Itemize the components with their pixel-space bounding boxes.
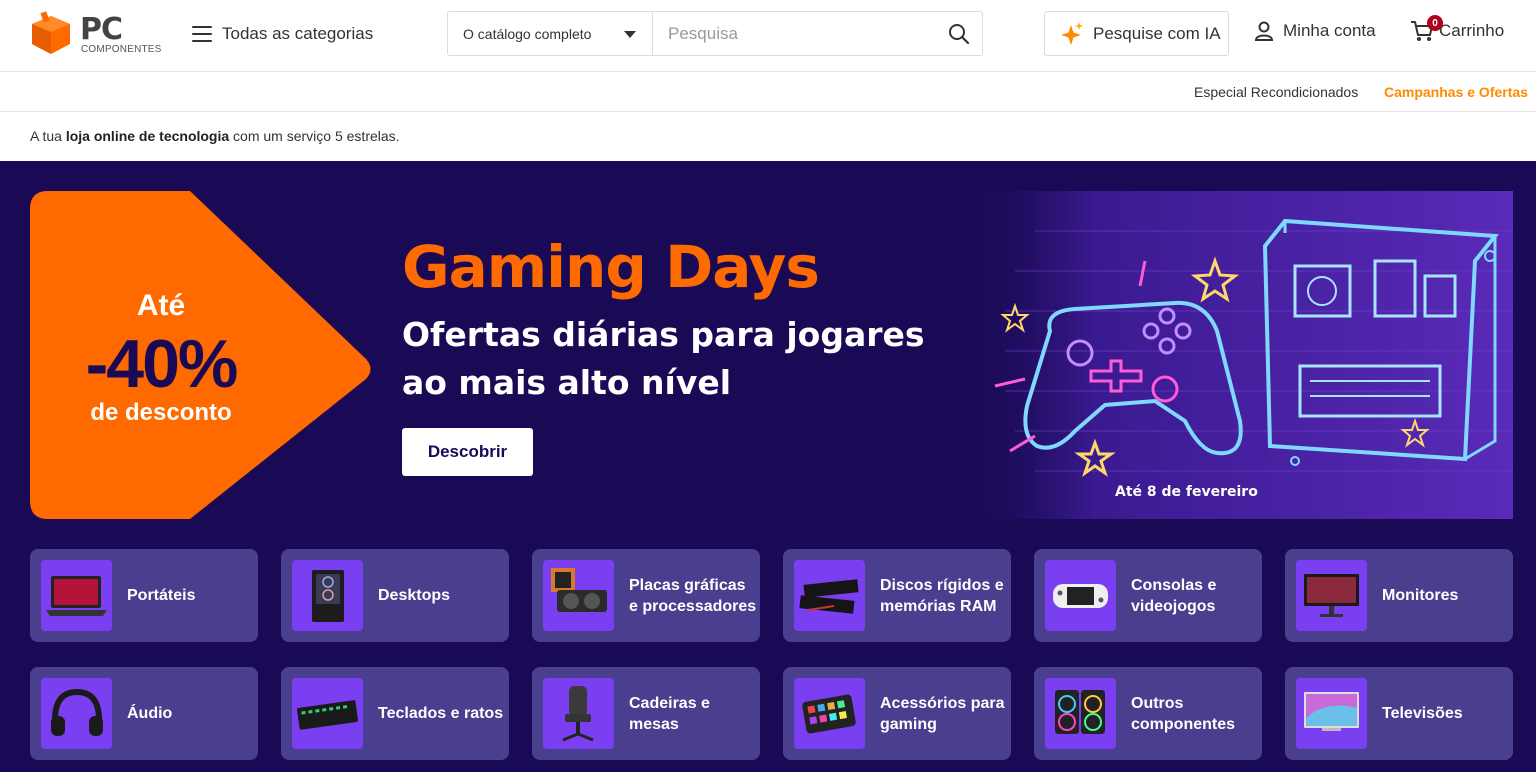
category-label: Teclados e ratos — [378, 705, 504, 722]
search-scope-value: O catálogo completo — [463, 25, 592, 42]
pccomponentes-logo[interactable]: PC COMPONENTES — [28, 10, 168, 58]
main-content: Até -40% de desconto Gaming Days Ofertas… — [0, 161, 1536, 772]
hamburger-icon — [192, 26, 212, 42]
ai-search-label: Pesquise com IA — [1093, 23, 1221, 43]
laptop-icon — [41, 560, 112, 631]
category-label: Áudio — [127, 705, 173, 722]
logo-box-icon — [32, 11, 70, 54]
search-scope-select[interactable]: O catálogo completo — [448, 12, 653, 55]
ram-icon — [794, 560, 865, 631]
all-categories-button[interactable]: Todas as categorias — [192, 20, 373, 48]
category-label: Consolas e videojogos — [1131, 576, 1217, 615]
banner-subtitle-line1: Ofertas diárias para jogares — [402, 315, 925, 354]
search-input[interactable] — [653, 12, 936, 55]
tagline-pre: A tua — [30, 128, 66, 144]
category-tile-televisions[interactable]: Televisões — [1285, 667, 1513, 760]
banner-subtitle-line2: ao mais alto nível — [402, 363, 732, 402]
search-bar: O catálogo completo — [447, 11, 983, 56]
secondary-nav: Especial Recondicionados Campanhas e Ofe… — [0, 72, 1536, 112]
site-header: PC COMPONENTES Todas as categorias O cat… — [0, 0, 1536, 72]
keyboard-icon — [292, 678, 363, 749]
monitor-icon — [1296, 560, 1367, 631]
promo-upto-text: Até — [136, 289, 186, 322]
category-tile-monitores[interactable]: Monitores — [1285, 549, 1513, 642]
tagline-bold: loja online de tecnologia — [65, 128, 230, 144]
category-tile-consoles[interactable]: Consolas e videojogos — [1034, 549, 1262, 642]
search-button[interactable] — [936, 12, 982, 55]
category-tile-gpu-cpu[interactable]: Placas gráficas e processadores — [532, 549, 760, 642]
tagline-post: com um serviço 5 estrelas. — [229, 128, 400, 144]
category-tile-desktops[interactable]: Desktops — [281, 549, 509, 642]
promo-discount-value: -40% — [85, 326, 239, 402]
all-categories-label: Todas as categorias — [222, 24, 374, 43]
category-label: Monitores — [1382, 587, 1459, 604]
user-icon — [1254, 21, 1274, 41]
logo-wordmark: PC — [80, 12, 123, 47]
tv-icon — [1296, 678, 1367, 749]
fans-icon — [1045, 678, 1116, 749]
campaign-end-date: Até 8 de fevereiro — [1115, 484, 1258, 500]
category-tile-portateis[interactable]: Portáteis — [30, 549, 258, 642]
store-tagline: A tua loja online de tecnologia com um s… — [30, 128, 400, 144]
category-label: Placas gráficas e processadores — [629, 576, 757, 615]
category-label: Desktops — [378, 587, 451, 604]
cart-label: Carrinho — [1439, 21, 1505, 40]
my-account-link[interactable]: Minha conta — [1254, 20, 1376, 42]
caret-down-icon — [624, 31, 636, 38]
stream-deck-icon — [794, 678, 865, 749]
category-tile-chairs-desks[interactable]: Cadeiras e mesas — [532, 667, 760, 760]
ai-search-button[interactable]: Pesquise com IA — [1044, 11, 1229, 56]
category-label: Televisões — [1382, 705, 1463, 722]
promo-discount-label: de desconto — [90, 399, 232, 426]
logo-subtitle: COMPONENTES — [81, 44, 162, 55]
gaming-days-banner[interactable]: Até -40% de desconto Gaming Days Ofertas… — [30, 191, 1513, 519]
sparkle-icon — [1061, 21, 1083, 45]
category-label: Discos rígidos e memórias RAM — [880, 576, 1004, 615]
handheld-console-icon — [1045, 560, 1116, 631]
category-tile-storage-ram[interactable]: Discos rígidos e memórias RAM — [783, 549, 1011, 642]
campaigns-offers-link[interactable]: Campanhas e Ofertas — [1384, 84, 1528, 100]
category-label: Acessórios para gaming — [880, 694, 1005, 733]
gaming-chair-icon — [543, 678, 614, 749]
category-tile-gaming-accessories[interactable]: Acessórios para gaming — [783, 667, 1011, 760]
cart-link[interactable]: 0 Carrinho — [1409, 15, 1505, 44]
desktop-tower-icon — [292, 560, 363, 631]
category-tile-keyboards-mice[interactable]: Teclados e ratos — [281, 667, 509, 760]
headset-icon — [41, 678, 112, 749]
category-label: Cadeiras e mesas — [629, 694, 710, 733]
category-label: Outros componentes — [1131, 694, 1236, 733]
gpu-icon — [543, 560, 614, 631]
cart-count-badge: 0 — [1427, 15, 1443, 31]
refurbished-link[interactable]: Especial Recondicionados — [1194, 84, 1358, 100]
category-tile-other-components[interactable]: Outros componentes — [1034, 667, 1262, 760]
my-account-label: Minha conta — [1283, 21, 1376, 40]
category-label: Portáteis — [127, 587, 196, 604]
search-icon — [949, 23, 970, 44]
discover-button[interactable]: Descobrir — [402, 428, 533, 476]
category-tile-audio[interactable]: Áudio — [30, 667, 258, 760]
banner-title: Gaming Days — [402, 233, 820, 301]
neon-gaming-illustration — [955, 191, 1513, 519]
